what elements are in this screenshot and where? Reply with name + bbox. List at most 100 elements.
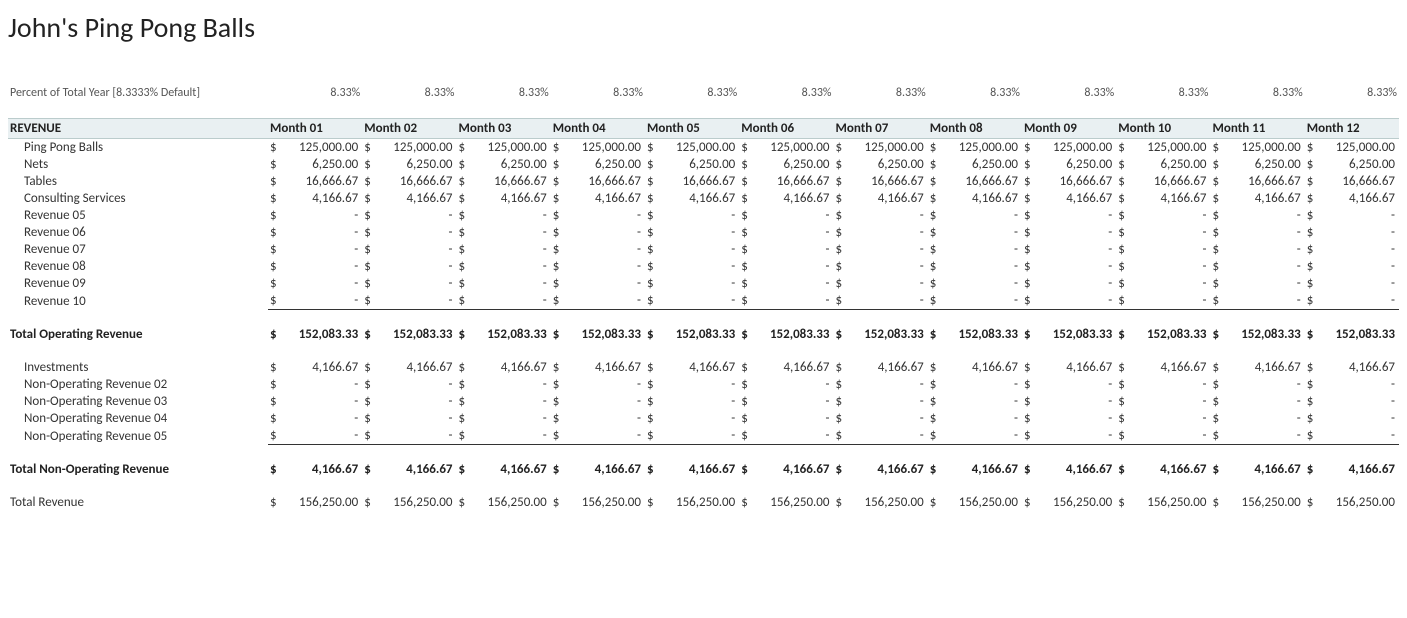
value-cell: $156,250.00 xyxy=(362,494,456,511)
row-label: Non-Operating Revenue 05 xyxy=(8,427,268,445)
value-cell: $- xyxy=(1305,393,1399,410)
percent-label: Percent of Total Year [8.3333% Default] xyxy=(8,85,268,119)
table-row: Non-Operating Revenue 05$-$-$-$-$-$-$-$-… xyxy=(8,427,1399,445)
value-cell: $4,166.67 xyxy=(928,359,1022,376)
value-cell: $6,250.00 xyxy=(1305,156,1399,173)
value-cell: $- xyxy=(1022,410,1116,427)
value-cell: $- xyxy=(457,258,551,275)
section-header: REVENUE xyxy=(8,119,268,139)
value-cell: $- xyxy=(739,275,833,292)
value-cell: $- xyxy=(1022,241,1116,258)
value-cell: $- xyxy=(928,376,1022,393)
value-cell: $- xyxy=(1022,393,1116,410)
value-cell: $125,000.00 xyxy=(1305,139,1399,157)
value-cell: $- xyxy=(457,427,551,445)
total-nonop-row: Total Non-Operating Revenue $4,166.67 $4,1… xyxy=(8,461,1399,478)
value-cell: $125,000.00 xyxy=(457,139,551,157)
value-cell: $4,166.67 xyxy=(928,461,1022,478)
value-cell: $6,250.00 xyxy=(928,156,1022,173)
value-cell: $- xyxy=(739,292,833,310)
value-cell: $- xyxy=(457,410,551,427)
value-cell: $- xyxy=(457,393,551,410)
value-cell: $156,250.00 xyxy=(1022,494,1116,511)
total-revenue-row: Total Revenue$156,250.00$156,250.00$156,… xyxy=(8,494,1399,511)
percent-value: 8.33% xyxy=(834,85,928,119)
value-cell: $- xyxy=(1022,207,1116,224)
value-cell: $125,000.00 xyxy=(362,139,456,157)
month-header: Month 09 xyxy=(1022,119,1116,139)
value-cell: $4,166.67 xyxy=(457,461,551,478)
value-cell: $- xyxy=(1116,258,1210,275)
value-cell: $156,250.00 xyxy=(1211,494,1305,511)
percent-value: 8.33% xyxy=(1305,85,1399,119)
table-row: Revenue 07$-$-$-$-$-$-$-$-$-$-$-$- xyxy=(8,241,1399,258)
value-cell: $- xyxy=(928,224,1022,241)
value-cell: $152,083.33 xyxy=(834,326,928,343)
month-header: Month 08 xyxy=(928,119,1022,139)
value-cell: $- xyxy=(834,275,928,292)
row-label: Total Non-Operating Revenue xyxy=(8,461,268,478)
value-cell: $- xyxy=(1022,427,1116,445)
value-cell: $6,250.00 xyxy=(739,156,833,173)
value-cell: $- xyxy=(551,292,645,310)
value-cell: $- xyxy=(268,241,362,258)
value-cell: $4,166.67 xyxy=(1116,359,1210,376)
value-cell: $- xyxy=(1211,224,1305,241)
value-cell: $- xyxy=(645,393,739,410)
value-cell: $152,083.33 xyxy=(1116,326,1210,343)
value-cell: $- xyxy=(834,292,928,310)
month-header: Month 12 xyxy=(1305,119,1399,139)
value-cell: $16,666.67 xyxy=(1211,173,1305,190)
value-cell: $4,166.67 xyxy=(834,359,928,376)
value-cell: $- xyxy=(1022,224,1116,241)
value-cell: $- xyxy=(551,376,645,393)
row-label: Non-Operating Revenue 04 xyxy=(8,410,268,427)
value-cell: $4,166.67 xyxy=(268,359,362,376)
value-cell: $156,250.00 xyxy=(1305,494,1399,511)
value-cell: $4,166.67 xyxy=(1211,461,1305,478)
value-cell: $16,666.67 xyxy=(645,173,739,190)
total-operating-row: Total Operating Revenue$152,083.33$152,0… xyxy=(8,326,1399,343)
value-cell: $16,666.67 xyxy=(551,173,645,190)
value-cell: $- xyxy=(739,410,833,427)
value-cell: $- xyxy=(739,241,833,258)
value-cell: $- xyxy=(1116,241,1210,258)
value-cell: $16,666.67 xyxy=(834,173,928,190)
value-cell: $156,250.00 xyxy=(834,494,928,511)
value-cell: $- xyxy=(739,427,833,445)
value-cell: $125,000.00 xyxy=(834,139,928,157)
value-cell: $- xyxy=(268,258,362,275)
value-cell: $- xyxy=(739,258,833,275)
value-cell: $- xyxy=(928,427,1022,445)
value-cell: $16,666.67 xyxy=(457,173,551,190)
value-cell: $152,083.33 xyxy=(362,326,456,343)
value-cell: $- xyxy=(928,258,1022,275)
value-cell: $- xyxy=(362,292,456,310)
row-label: Nets xyxy=(8,156,268,173)
value-cell: $- xyxy=(1022,258,1116,275)
value-cell: $- xyxy=(268,292,362,310)
value-cell: $- xyxy=(1305,275,1399,292)
value-cell: $4,166.67 xyxy=(1305,359,1399,376)
value-cell: $- xyxy=(1116,376,1210,393)
value-cell: $- xyxy=(362,224,456,241)
value-cell: $- xyxy=(645,376,739,393)
value-cell: $16,666.67 xyxy=(928,173,1022,190)
value-cell: $156,250.00 xyxy=(1116,494,1210,511)
value-cell: $156,250.00 xyxy=(457,494,551,511)
value-cell: $- xyxy=(551,393,645,410)
value-cell: $152,083.33 xyxy=(457,326,551,343)
table-row: Revenue 06$-$-$-$-$-$-$-$-$-$-$-$- xyxy=(8,224,1399,241)
row-label: Revenue 05 xyxy=(8,207,268,224)
value-cell: $4,166.67 xyxy=(551,190,645,207)
value-cell: $- xyxy=(362,410,456,427)
value-cell: $4,166.67 xyxy=(739,461,833,478)
value-cell: $16,666.67 xyxy=(362,173,456,190)
value-cell: $- xyxy=(268,376,362,393)
row-label: Non-Operating Revenue 03 xyxy=(8,393,268,410)
value-cell: $4,166.67 xyxy=(457,190,551,207)
row-label: Revenue 08 xyxy=(8,258,268,275)
month-header: Month 04 xyxy=(551,119,645,139)
value-cell: $152,083.33 xyxy=(928,326,1022,343)
percent-value: 8.33% xyxy=(457,85,551,119)
